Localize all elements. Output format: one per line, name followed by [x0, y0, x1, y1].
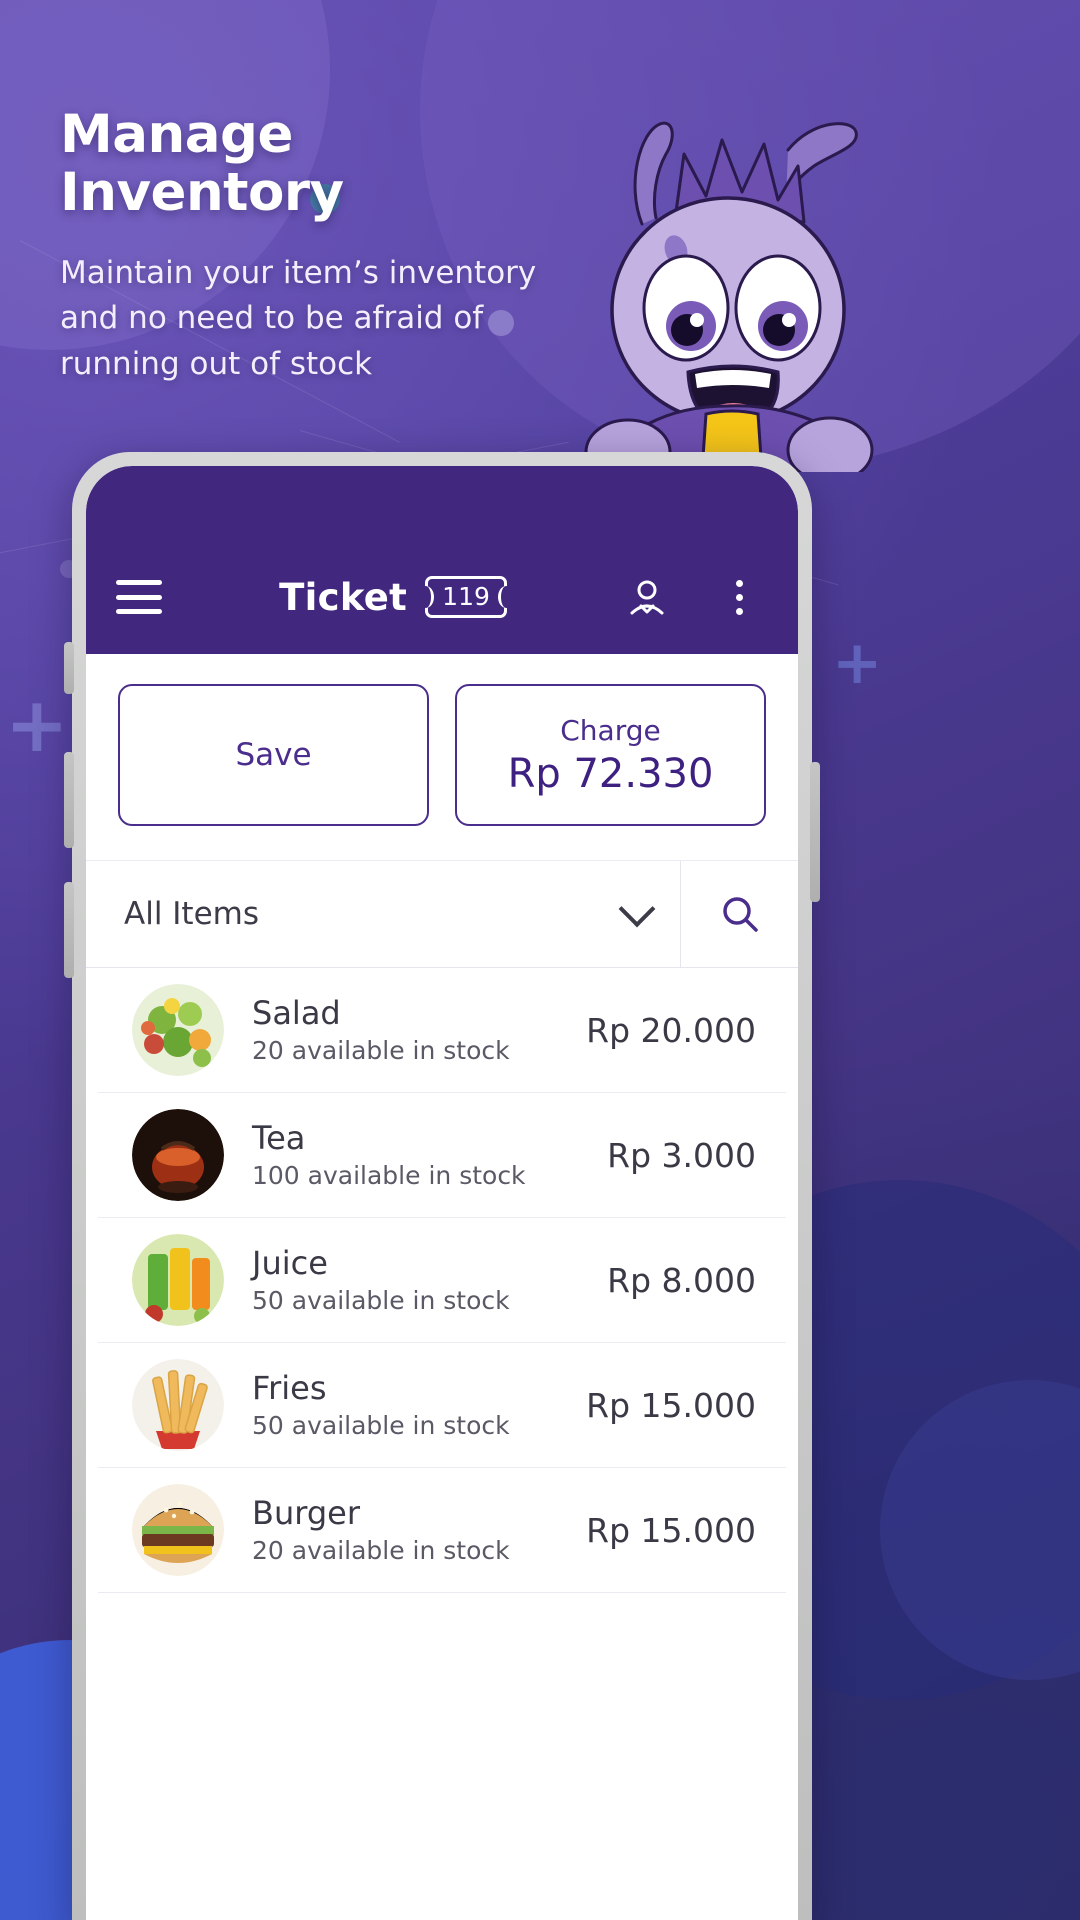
- item-stock: 50 available in stock: [252, 1411, 510, 1441]
- chevron-down-icon: [618, 890, 656, 928]
- kebab-menu-icon[interactable]: [716, 574, 762, 620]
- category-dropdown[interactable]: All Items: [86, 861, 680, 967]
- promo-text-block: Manage Inventory Maintain your item’s in…: [60, 104, 580, 388]
- promo-subheading: Maintain your item’s inventory and no ne…: [60, 254, 537, 383]
- item-price: Rp 15.000: [586, 1510, 756, 1550]
- charge-button[interactable]: Charge Rp 72.330: [455, 684, 766, 826]
- item-name: Tea: [252, 1118, 306, 1157]
- decor-plus-right: +: [832, 628, 883, 698]
- list-item[interactable]: Juice 50 available in stock Rp 8.000: [98, 1218, 786, 1343]
- save-button-label: Save: [235, 737, 312, 773]
- search-icon: [722, 897, 758, 932]
- item-stock: 50 available in stock: [252, 1286, 510, 1316]
- item-stock: 100 available in stock: [252, 1161, 526, 1191]
- decor-plus-left: +: [5, 680, 69, 769]
- juice-thumbnail: [132, 1234, 224, 1326]
- hamburger-icon[interactable]: [116, 580, 162, 614]
- item-name: Burger: [252, 1493, 360, 1532]
- item-name: Fries: [252, 1368, 327, 1407]
- salad-thumbnail: [132, 984, 224, 1076]
- phone-mockup: Ticket 119 Save Charge Rp 72.330 All Ite…: [64, 452, 820, 1920]
- item-price: Rp 20.000: [586, 1010, 756, 1050]
- item-price: Rp 15.000: [586, 1385, 756, 1425]
- search-button[interactable]: [680, 861, 798, 967]
- item-filter-row: All Items: [86, 860, 798, 968]
- category-dropdown-label: All Items: [124, 896, 260, 932]
- charge-button-label: Charge: [560, 713, 661, 747]
- promo-heading: Manage Inventory: [60, 104, 344, 224]
- phone-button-power: [810, 762, 820, 902]
- list-item[interactable]: Fries 50 available in stock Rp 15.000: [98, 1343, 786, 1468]
- item-price: Rp 8.000: [607, 1260, 756, 1300]
- item-name: Salad: [252, 993, 341, 1032]
- item-stock: 20 available in stock: [252, 1536, 510, 1566]
- ticket-count-badge[interactable]: 119: [425, 576, 507, 618]
- item-name: Juice: [252, 1243, 328, 1282]
- phone-button-volume-down: [64, 882, 74, 978]
- burger-thumbnail: [132, 1484, 224, 1576]
- item-price: Rp 3.000: [607, 1135, 756, 1175]
- page-title: Ticket: [279, 575, 408, 619]
- phone-button-volume-up: [64, 752, 74, 848]
- save-button[interactable]: Save: [118, 684, 429, 826]
- phone-button-silent: [64, 642, 74, 694]
- charge-button-amount: Rp 72.330: [507, 750, 714, 797]
- item-stock: 20 available in stock: [252, 1036, 510, 1066]
- item-list: Salad 20 available in stock Rp 20.000 Te…: [86, 968, 798, 1593]
- fries-thumbnail: [132, 1359, 224, 1451]
- mascot-character: [556, 92, 886, 486]
- ticket-actions: Save Charge Rp 72.330: [86, 654, 798, 860]
- person-icon[interactable]: [624, 574, 670, 620]
- app-bar: Ticket 119: [86, 466, 798, 654]
- list-item[interactable]: Tea 100 available in stock Rp 3.000: [98, 1093, 786, 1218]
- phone-screen: Ticket 119 Save Charge Rp 72.330 All Ite…: [86, 466, 798, 1920]
- list-item[interactable]: Salad 20 available in stock Rp 20.000: [98, 968, 786, 1093]
- tea-thumbnail: [132, 1109, 224, 1201]
- list-item[interactable]: Burger 20 available in stock Rp 15.000: [98, 1468, 786, 1593]
